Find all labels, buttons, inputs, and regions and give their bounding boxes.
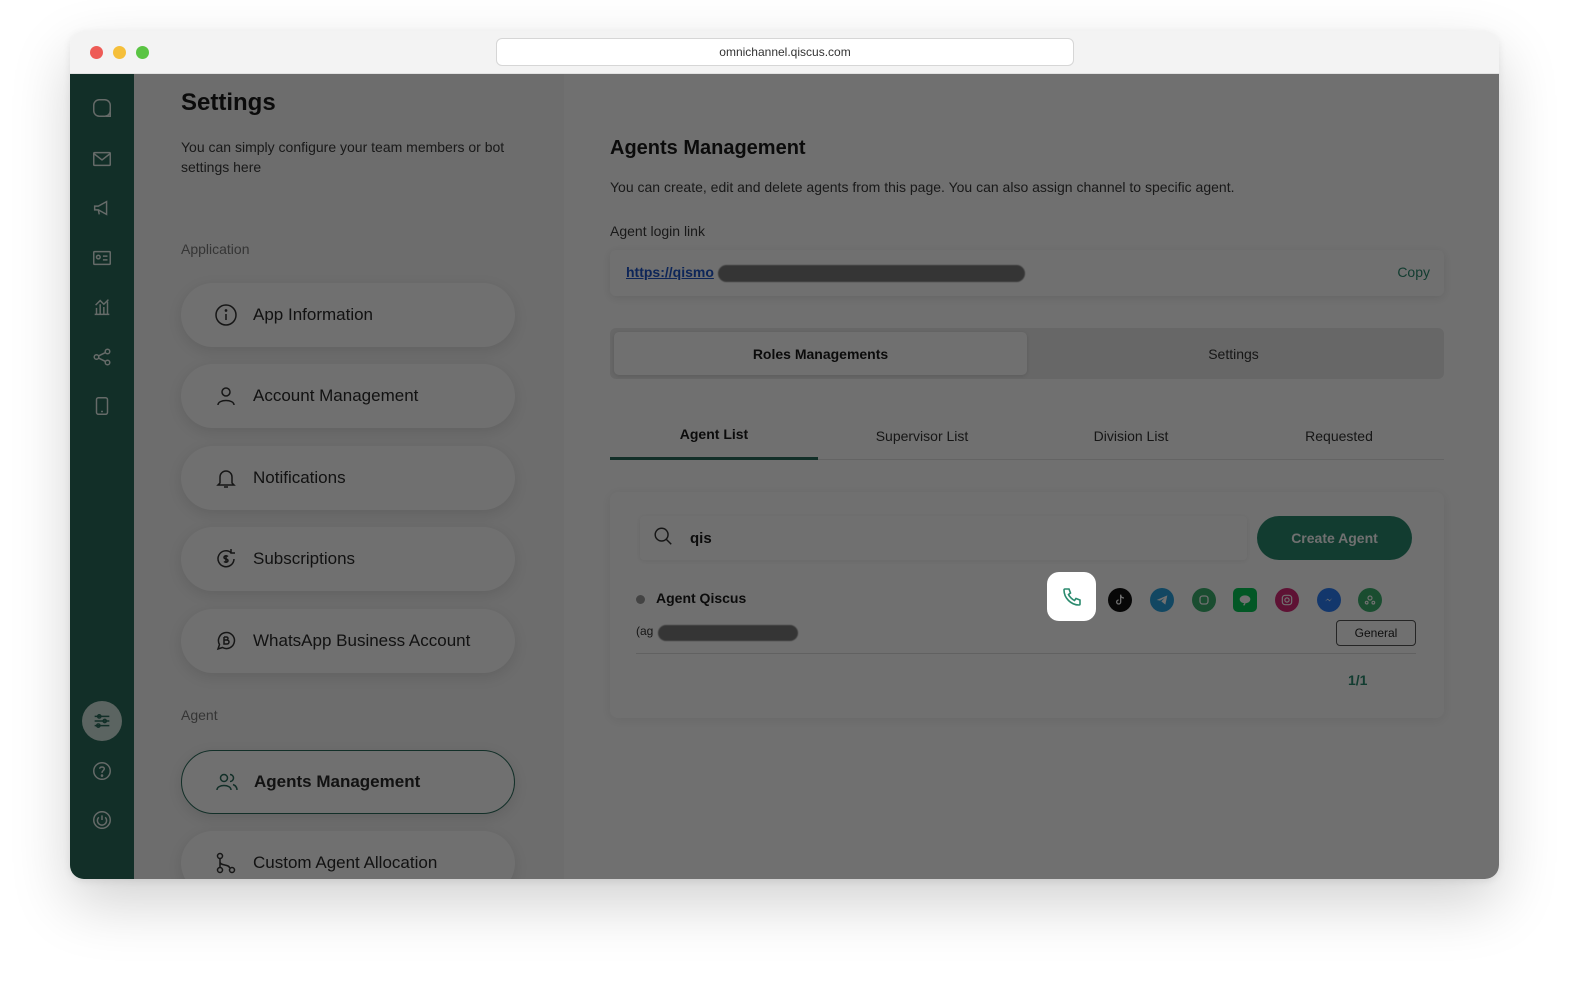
agent-email: (ag	[636, 624, 654, 638]
menu-item-account-management[interactable]: Account Management	[181, 364, 515, 428]
address-bar[interactable]: omnichannel.qiscus.com	[496, 38, 1074, 66]
segment-roles-managements[interactable]: Roles Managements	[614, 332, 1027, 375]
help-icon[interactable]	[88, 757, 116, 785]
settings-nav-icon[interactable]	[82, 701, 122, 741]
menu-item-app-information[interactable]: App Information	[181, 283, 515, 347]
analytics-icon[interactable]	[88, 293, 116, 321]
table-row[interactable]: Agent Qiscus (ag General	[636, 580, 1416, 654]
messenger-icon[interactable]	[1317, 588, 1341, 612]
close-window-button[interactable]	[90, 46, 103, 59]
menu-item-label: WhatsApp Business Account	[253, 631, 471, 650]
section-description: You can create, edit and delete agents f…	[610, 179, 1235, 195]
menu-item-agents-management[interactable]: Agents Management	[181, 750, 515, 814]
section-label-agent: Agent	[181, 707, 218, 723]
menu-item-label: Subscriptions	[253, 549, 356, 568]
maximize-window-button[interactable]	[136, 46, 149, 59]
login-link-label: Agent login link	[610, 223, 705, 239]
qiscus-icon[interactable]	[1192, 588, 1216, 612]
tab-agent-list[interactable]: Agent List	[610, 411, 818, 460]
browser-titlebar: omnichannel.qiscus.com	[70, 31, 1499, 74]
whatsapp-business-icon	[213, 628, 239, 654]
pagination[interactable]: 1/1	[1348, 672, 1367, 688]
inbox-icon[interactable]	[88, 145, 116, 173]
menu-item-label: Account Management	[253, 386, 419, 405]
telegram-icon[interactable]	[1150, 588, 1174, 612]
create-agent-button[interactable]: Create Agent	[1257, 516, 1412, 560]
broadcast-icon[interactable]	[88, 194, 116, 222]
agent-list-card: Create Agent Agent Qiscus (ag General	[610, 492, 1444, 718]
phone-icon	[1060, 585, 1084, 609]
info-icon	[213, 302, 239, 328]
contacts-icon[interactable]	[88, 244, 116, 272]
custom-channel-icon[interactable]	[1358, 588, 1382, 612]
main-panel: Agents Management You can create, edit a…	[564, 74, 1499, 879]
login-link-box: https://qismo Copy	[610, 250, 1444, 296]
integration-icon[interactable]	[88, 343, 116, 371]
instagram-icon[interactable]	[1275, 588, 1299, 612]
page-title: Settings	[181, 89, 276, 116]
minimize-window-button[interactable]	[113, 46, 126, 59]
bell-icon	[213, 465, 239, 491]
tiktok-icon[interactable]	[1108, 588, 1132, 612]
copy-button[interactable]: Copy	[1397, 264, 1430, 280]
mobile-icon[interactable]	[88, 392, 116, 420]
redacted-email	[658, 625, 798, 641]
status-indicator	[636, 595, 645, 604]
agent-name: Agent Qiscus	[656, 590, 747, 606]
menu-item-label: Agents Management	[254, 772, 421, 791]
user-icon	[213, 383, 239, 409]
settings-panel: Settings You can simply configure your t…	[134, 74, 564, 879]
line-icon[interactable]	[1233, 588, 1257, 612]
login-link[interactable]: https://qismo	[626, 264, 714, 280]
search-icon	[652, 525, 674, 552]
allocation-icon	[213, 850, 239, 876]
segment-settings[interactable]: Settings	[1027, 332, 1440, 375]
browser-window: omnichannel.qiscus.com Settings You can …	[70, 31, 1499, 879]
search-box	[640, 516, 1247, 560]
menu-item-notifications[interactable]: Notifications	[181, 446, 515, 510]
search-input[interactable]	[690, 529, 1210, 547]
menu-item-label: Custom Agent Allocation	[253, 853, 438, 872]
division-badge: General	[1336, 620, 1416, 646]
tab-division-list[interactable]: Division List	[1027, 411, 1235, 460]
page-subtitle: You can simply configure your team membe…	[181, 139, 505, 175]
tab-supervisor-list[interactable]: Supervisor List	[818, 411, 1026, 460]
menu-item-label: App Information	[253, 305, 374, 324]
menu-item-whatsapp-business-account[interactable]: WhatsApp Business Account	[181, 609, 515, 673]
users-icon	[214, 769, 240, 795]
phone-channel-button[interactable]	[1047, 572, 1096, 621]
power-icon[interactable]	[88, 806, 116, 834]
menu-item-custom-agent-allocation[interactable]: Custom Agent Allocation	[181, 831, 515, 879]
redacted-link	[718, 265, 1025, 282]
menu-item-subscriptions[interactable]: Subscriptions	[181, 527, 515, 591]
qiscus-logo-icon[interactable]	[88, 94, 116, 122]
app-content: Settings You can simply configure your t…	[70, 74, 1499, 879]
nav-rail	[70, 74, 134, 879]
section-label-application: Application	[181, 241, 250, 257]
list-tabs: Agent List Supervisor List Division List…	[610, 411, 1444, 460]
menu-item-label: Notifications	[253, 468, 346, 487]
section-title: Agents Management	[610, 137, 806, 159]
roles-segment-control: Roles Managements Settings	[610, 328, 1444, 379]
subscription-icon	[213, 546, 239, 572]
tab-requested[interactable]: Requested	[1235, 411, 1443, 460]
